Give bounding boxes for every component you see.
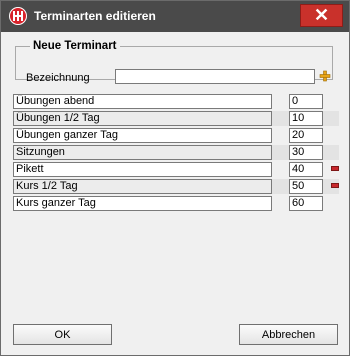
close-icon: ✕ xyxy=(313,5,330,25)
list-item: Übungen ganzer Tag 20 xyxy=(13,128,343,144)
bezeichnung-label: Bezeichnung xyxy=(26,72,90,84)
cancel-button[interactable]: Abbrechen xyxy=(239,324,338,345)
type-name-field[interactable]: Kurs ganzer Tag xyxy=(13,196,272,211)
type-name-field[interactable]: Kurs 1/2 Tag xyxy=(13,179,272,194)
type-number-field[interactable]: 20 xyxy=(289,128,323,143)
list-item: Übungen abend 0 xyxy=(13,94,343,110)
dialog-window: Terminarten editieren ✕ Neue Terminart B… xyxy=(0,0,350,356)
type-name-field[interactable]: Pikett xyxy=(13,162,272,177)
new-type-group: Neue Terminart Bezeichnung xyxy=(15,40,333,84)
dialog-content: Neue Terminart Bezeichnung Übungen abend… xyxy=(1,32,349,355)
list-item: Kurs 1/2 Tag 50 xyxy=(13,179,343,195)
list-item: Sitzungen 30 xyxy=(13,145,343,161)
close-button[interactable]: ✕ xyxy=(300,4,343,27)
app-logo-icon xyxy=(9,7,27,25)
remove-icon[interactable] xyxy=(331,183,339,188)
bezeichnung-input[interactable] xyxy=(115,69,315,84)
type-number-field[interactable]: 30 xyxy=(289,145,323,160)
list-item: Übungen 1/2 Tag 10 xyxy=(13,111,343,127)
type-name-field[interactable]: Übungen abend xyxy=(13,94,272,109)
list-item: Pikett 40 xyxy=(13,162,343,178)
title-bar[interactable]: Terminarten editieren ✕ xyxy=(1,1,349,32)
plus-icon[interactable] xyxy=(319,70,331,82)
type-number-field[interactable]: 50 xyxy=(289,179,323,194)
ok-button[interactable]: OK xyxy=(13,324,112,345)
type-number-field[interactable]: 40 xyxy=(289,162,323,177)
window-title: Terminarten editieren xyxy=(34,9,156,23)
type-name-field[interactable]: Übungen 1/2 Tag xyxy=(13,111,272,126)
remove-icon[interactable] xyxy=(331,166,339,171)
list-item: Kurs ganzer Tag 60 xyxy=(13,196,343,212)
type-name-field[interactable]: Sitzungen xyxy=(13,145,272,160)
type-number-field[interactable]: 0 xyxy=(289,94,323,109)
group-legend: Neue Terminart xyxy=(33,40,117,52)
type-number-field[interactable]: 60 xyxy=(289,196,323,211)
type-name-field[interactable]: Übungen ganzer Tag xyxy=(13,128,272,143)
type-number-field[interactable]: 10 xyxy=(289,111,323,126)
